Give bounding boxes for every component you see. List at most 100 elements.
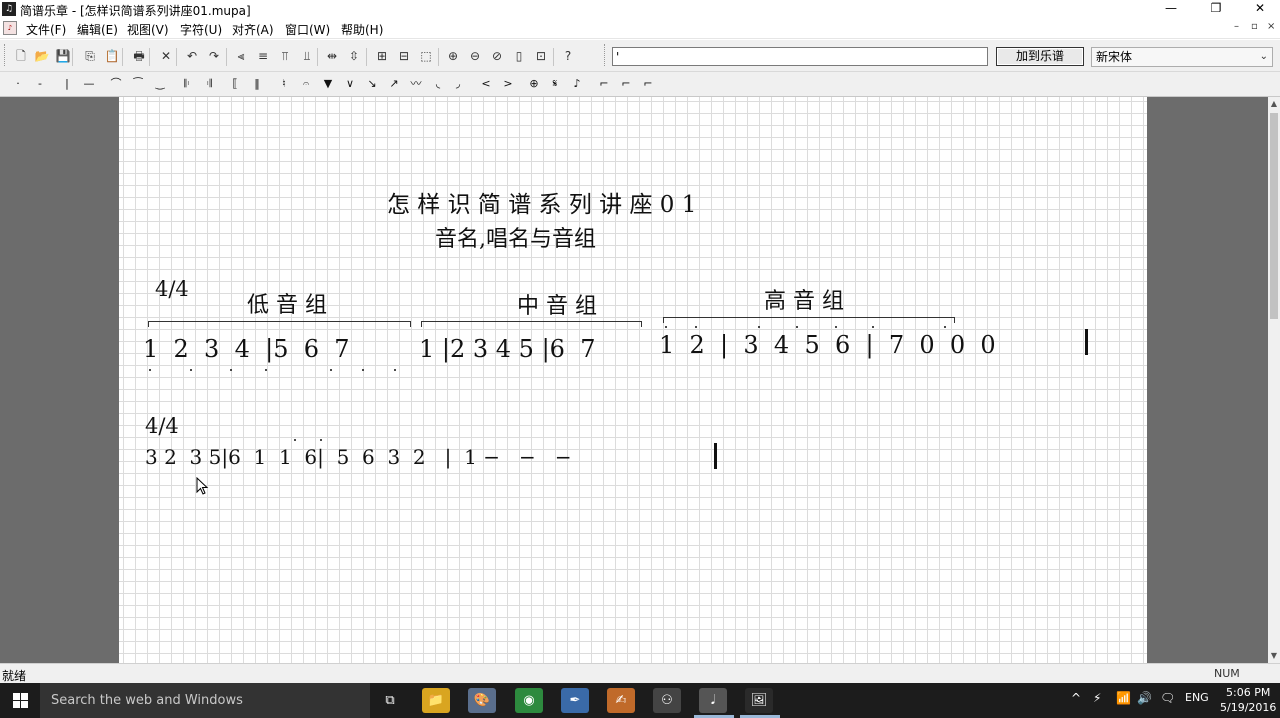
minimize-button[interactable]: — <box>1149 0 1193 18</box>
align-left-icon[interactable]: ⫷ <box>231 46 251 66</box>
scroll-up-icon[interactable]: ▲ <box>1268 97 1280 111</box>
mdi-minimize-button[interactable]: – <box>1234 21 1239 32</box>
symbol-button-24[interactable]: ♪ <box>567 74 587 94</box>
notes-low-group[interactable]: 1 2 3 4 |5 6 7 <box>143 335 350 363</box>
tray-notification-icon[interactable]: 🗨 <box>1160 691 1175 705</box>
align-center-icon[interactable]: ≡ <box>253 46 273 66</box>
file-explorer-icon[interactable]: 📁 <box>422 688 450 713</box>
symbol-button-22[interactable]: ⊕ <box>524 74 544 94</box>
group-label-middle[interactable]: 中 音 组 <box>517 288 597 320</box>
paste-icon[interactable]: 📋 <box>102 46 122 66</box>
jianpu-app-icon[interactable]: 𝅘𝅥 <box>699 688 727 713</box>
mdi-close-button[interactable]: × <box>1267 21 1275 32</box>
symbol-button-26[interactable]: ⌐ <box>616 74 636 94</box>
symbol-button-3[interactable]: — <box>79 74 99 94</box>
group-label-high[interactable]: 高 音 组 <box>764 283 844 315</box>
symbol-button-15[interactable]: ↘ <box>362 74 382 94</box>
scrollbar-thumb[interactable] <box>1270 113 1278 319</box>
symbol-button-16[interactable]: ↗ <box>384 74 404 94</box>
delete-icon[interactable]: ✕ <box>156 46 176 66</box>
group-icon[interactable]: ⊞ <box>372 46 392 66</box>
toolbar-grip[interactable] <box>604 44 607 66</box>
mdi-restore-button[interactable]: ▫ <box>1251 21 1258 32</box>
open-folder-icon[interactable]: 📂 <box>32 46 52 66</box>
app-logo-icon[interactable]: ♫ <box>2 2 16 16</box>
score-title[interactable]: 怎 样 识 简 谱 系 列 讲 座 0 1 <box>387 185 696 219</box>
menu-align[interactable]: 对齐(A) <box>232 21 274 38</box>
symbol-button-1[interactable]: - <box>30 74 50 94</box>
symbol-button-6[interactable]: ‿ <box>150 74 170 94</box>
symbol-button-9[interactable]: ⟦ <box>225 74 245 94</box>
redo-icon[interactable]: ↷ <box>204 46 224 66</box>
toolbar-grip[interactable] <box>4 44 7 66</box>
notes-high-group[interactable]: 1 2 | 3 4 5 6 | 7 0 0 0 <box>659 331 996 359</box>
menu-help[interactable]: 帮助(H) <box>341 21 383 38</box>
add-to-score-button[interactable]: 加到乐谱 <box>996 47 1084 66</box>
align-top-icon[interactable]: ⫪ <box>275 46 295 66</box>
select-all-icon[interactable]: ⬚ <box>416 46 436 66</box>
ungroup-icon[interactable]: ⊟ <box>394 46 414 66</box>
symbol-button-2[interactable]: | <box>57 74 77 94</box>
symbol-button-13[interactable]: ▼ <box>318 74 338 94</box>
symbol-button-7[interactable]: 𝄆 <box>177 74 197 94</box>
symbol-button-18[interactable]: ◟ <box>428 74 448 94</box>
score-page[interactable]: 怎 样 识 简 谱 系 列 讲 座 0 1 音名,唱名与音组 4/4 低 音 组… <box>119 97 1147 663</box>
fit-icon[interactable]: ⊡ <box>531 46 551 66</box>
text-input[interactable] <box>612 47 988 66</box>
tray-language[interactable]: ENG <box>1185 691 1209 704</box>
symbol-button-12[interactable]: 𝄐 <box>296 74 316 94</box>
paint-icon[interactable]: 🎨 <box>468 688 496 713</box>
vertical-scrollbar[interactable]: ▲ ▼ <box>1268 97 1280 663</box>
symbol-button-0[interactable]: · <box>8 74 28 94</box>
photos-icon[interactable]: 🖼 <box>745 688 773 713</box>
menu-view[interactable]: 视图(V) <box>127 21 169 38</box>
tray-network-icon[interactable]: ⚡ <box>1093 691 1101 705</box>
symbol-button-4[interactable]: ⌒ <box>106 74 126 94</box>
symbol-button-19[interactable]: ◞ <box>448 74 468 94</box>
copy-icon[interactable]: ⎘ <box>80 46 100 66</box>
save-icon[interactable]: 💾 <box>53 46 73 66</box>
document-icon[interactable]: ♪ <box>3 21 17 35</box>
clock-date[interactable]: 5/19/2016 <box>1220 701 1276 714</box>
close-button[interactable]: ✕ <box>1238 0 1280 18</box>
chrome-icon[interactable]: ◉ <box>515 688 543 713</box>
zoom-in-icon[interactable]: ⊕ <box>443 46 463 66</box>
restore-button[interactable]: ❐ <box>1194 0 1238 18</box>
windows-start-icon[interactable] <box>0 683 40 718</box>
symbol-button-23[interactable]: 𝄋 <box>545 74 565 94</box>
help-icon[interactable]: ? <box>558 46 578 66</box>
media-icon[interactable]: ⚇ <box>653 688 681 713</box>
melody-line[interactable]: 3 2 3 5|6 1 1 6| 5 6 3 2 | 1 − − − <box>145 445 572 469</box>
symbol-button-25[interactable]: ⌐ <box>594 74 614 94</box>
zoom-reset-icon[interactable]: ⊘ <box>487 46 507 66</box>
new-file-icon[interactable]: 🗋 <box>11 46 31 66</box>
symbol-button-21[interactable]: > <box>498 74 518 94</box>
menu-edit[interactable]: 编辑(E) <box>77 21 118 38</box>
time-signature[interactable]: 4/4 <box>155 277 189 301</box>
undo-icon[interactable]: ↶ <box>182 46 202 66</box>
symbol-button-20[interactable]: < <box>476 74 496 94</box>
distribute-v-icon[interactable]: ⇳ <box>344 46 364 66</box>
menu-window[interactable]: 窗口(W) <box>285 21 330 38</box>
symbol-button-8[interactable]: 𝄇 <box>199 74 219 94</box>
symbol-button-11[interactable]: ♮ <box>274 74 294 94</box>
scroll-down-icon[interactable]: ▼ <box>1268 649 1280 663</box>
notes-middle-group[interactable]: 1 |2 3 4 5 |6 7 <box>419 335 595 363</box>
print-icon[interactable]: 🖶 <box>129 46 149 66</box>
menu-file[interactable]: 文件(F) <box>26 21 66 38</box>
symbol-button-17[interactable]: 〰 <box>406 74 426 94</box>
page-icon[interactable]: ▯ <box>509 46 529 66</box>
symbol-button-14[interactable]: ∨ <box>340 74 360 94</box>
pen-tool-icon[interactable]: ✒ <box>561 688 589 713</box>
distribute-h-icon[interactable]: ⇹ <box>322 46 342 66</box>
tray-volume-icon[interactable]: 🔊 <box>1137 691 1152 705</box>
symbol-button-10[interactable]: ‖ <box>247 74 267 94</box>
align-bottom-icon[interactable]: ⫫ <box>297 46 317 66</box>
tray-wifi-icon[interactable]: 📶 <box>1116 691 1131 705</box>
time-signature[interactable]: 4/4 <box>145 414 179 438</box>
zoom-out-icon[interactable]: ⊖ <box>465 46 485 66</box>
taskbar-search-box[interactable]: Search the web and Windows <box>40 683 370 718</box>
task-view-icon[interactable]: ⧉ <box>376 688 404 713</box>
clock-time[interactable]: 5:06 PM <box>1226 686 1270 699</box>
tray-chevron-icon[interactable]: ^ <box>1071 691 1081 705</box>
